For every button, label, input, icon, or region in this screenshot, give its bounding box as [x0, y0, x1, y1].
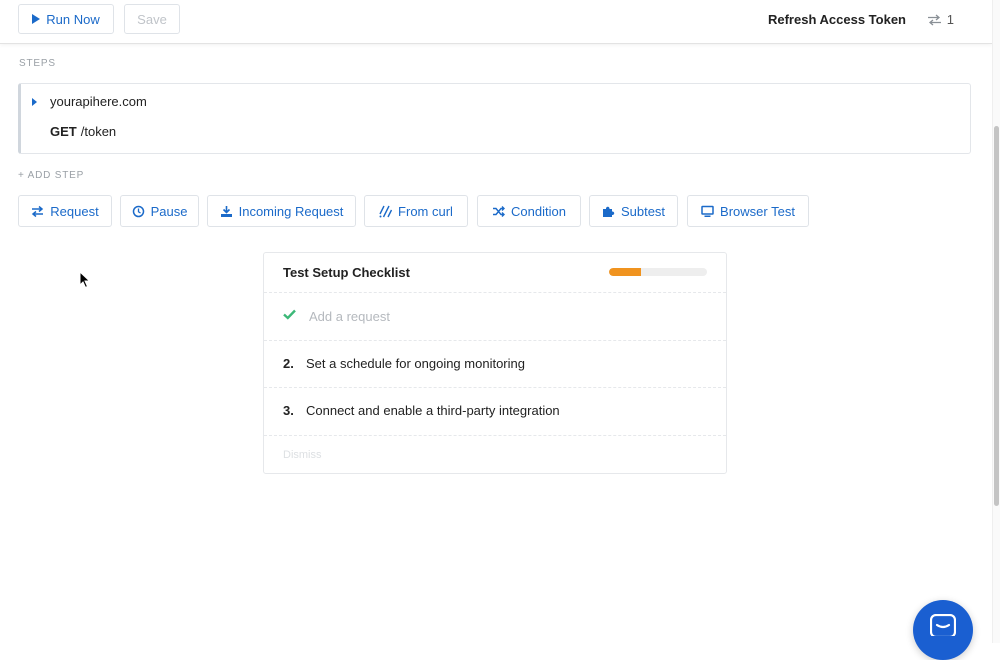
monitor-icon — [701, 205, 714, 217]
top-toolbar: Run Now Save Refresh Access Token 1 — [0, 0, 992, 44]
add-step-label: + ADD STEP — [18, 170, 85, 181]
play-icon — [32, 14, 41, 24]
scrollbar-thumb[interactable] — [994, 126, 999, 506]
run-now-button[interactable]: Run Now — [18, 4, 114, 34]
test-setup-checklist: Test Setup Checklist Add a request 2. Se… — [263, 252, 727, 474]
mouse-cursor-icon — [79, 271, 91, 289]
from-curl-label: From curl — [398, 203, 453, 219]
request-label: Request — [50, 203, 99, 219]
checklist-progress-fill — [609, 268, 642, 276]
slashes-icon — [379, 205, 393, 217]
dismiss-link[interactable]: Dismiss — [283, 449, 322, 461]
add-condition-button[interactable]: Condition — [477, 195, 581, 227]
checklist-item-text: Connect and enable a third-party integra… — [306, 403, 560, 418]
checklist-title: Test Setup Checklist — [283, 265, 410, 280]
checklist-item-number: 3. — [283, 403, 294, 418]
sync-count: 1 — [946, 12, 954, 27]
step-path: /token — [80, 124, 117, 139]
arrows-exchange-icon — [32, 205, 44, 217]
condition-label: Condition — [511, 203, 566, 219]
test-name[interactable]: Refresh Access Token — [768, 12, 906, 27]
checklist-item-integration[interactable]: 3. Connect and enable a third-party inte… — [264, 388, 726, 436]
step-request-line: GET/token — [50, 124, 116, 139]
checklist-item-add-request[interactable]: Add a request — [264, 293, 726, 341]
save-label: Save — [137, 11, 167, 27]
checklist-progress-bar — [609, 268, 707, 276]
browser-test-label: Browser Test — [720, 203, 795, 219]
step-card[interactable]: yourapihere.com GET/token — [18, 83, 971, 154]
steps-section-label: STEPS — [19, 58, 56, 69]
checklist-item-schedule[interactable]: 2. Set a schedule for ongoing monitoring — [264, 341, 726, 388]
add-subtest-button[interactable]: Subtest — [589, 195, 678, 227]
add-request-button[interactable]: Request — [18, 195, 112, 227]
incoming-request-label: Incoming Request — [238, 203, 344, 219]
checklist-header: Test Setup Checklist — [264, 253, 726, 293]
chat-icon — [930, 614, 956, 636]
caret-right-icon[interactable] — [32, 98, 37, 106]
arrows-exchange-icon — [927, 14, 941, 25]
clock-icon — [132, 205, 144, 217]
run-now-label: Run Now — [46, 11, 100, 27]
save-button[interactable]: Save — [124, 4, 180, 34]
sync-indicator[interactable]: 1 — [927, 12, 954, 27]
checklist-item-text: Add a request — [309, 309, 390, 324]
chat-launcher-button[interactable] — [913, 600, 973, 660]
step-method: GET — [50, 124, 77, 139]
checklist-item-number: 2. — [283, 356, 294, 371]
add-from-curl-button[interactable]: From curl — [364, 195, 468, 227]
add-browser-test-button[interactable]: Browser Test — [687, 195, 809, 227]
checklist-item-text: Set a schedule for ongoing monitoring — [306, 356, 525, 371]
shuffle-icon — [493, 205, 506, 217]
add-pause-button[interactable]: Pause — [120, 195, 199, 227]
download-icon — [220, 205, 232, 217]
subtest-label: Subtest — [620, 203, 666, 219]
step-host: yourapihere.com — [50, 94, 147, 109]
pause-label: Pause — [150, 203, 188, 219]
puzzle-icon — [602, 206, 615, 217]
checkmark-icon — [283, 309, 296, 320]
add-incoming-request-button[interactable]: Incoming Request — [207, 195, 356, 227]
